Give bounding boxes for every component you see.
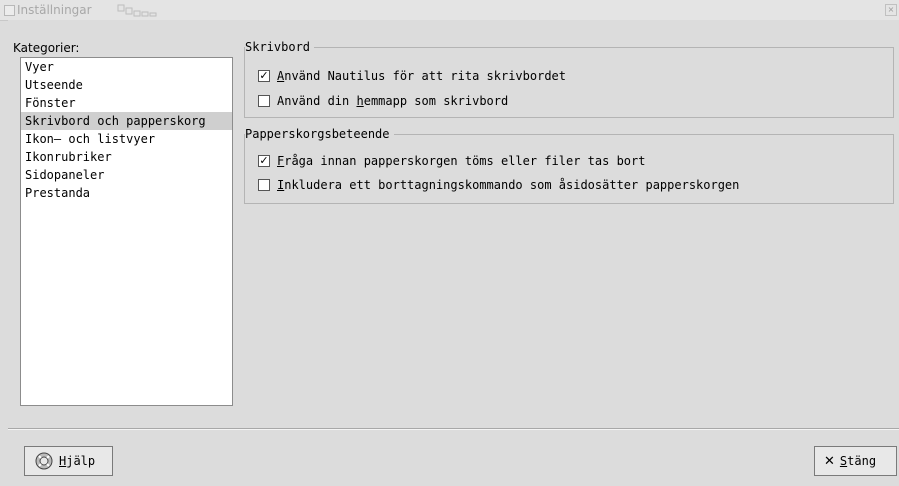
title-decoration-icon (117, 4, 157, 17)
option-label: nvänd Nautilus för att rita skrivbordet (284, 69, 566, 83)
option-label: emmapp som skrivbord (363, 94, 509, 108)
window-menu-icon[interactable] (4, 5, 15, 16)
check-icon: ✓ (259, 68, 269, 82)
button-area-separator-highlight (8, 429, 899, 430)
desktop-frame: Skrivbord ✓ Använd Nautilus för att rita … (244, 39, 894, 118)
category-item-prestanda[interactable]: Prestanda (21, 184, 232, 202)
category-item-utseende[interactable]: Utseende (21, 76, 232, 94)
help-button-label: jälp (66, 454, 96, 468)
trash-frame: Papperskorgsbeteende ✓ Fråga innan papper… (244, 126, 894, 204)
x-close-icon: ✕ (824, 454, 835, 469)
help-button[interactable]: Hjälp (24, 446, 113, 476)
mnemonic-letter: h (356, 94, 364, 108)
checkbox-home-as-desktop[interactable]: Använd din hemmapp som skrivbord (258, 93, 508, 109)
category-item-fonster[interactable]: Fönster (21, 94, 232, 112)
checkbox-box[interactable] (258, 178, 270, 191)
category-item-ikonrubriker[interactable]: Ikonrubriker (21, 148, 232, 166)
window-title: Inställningar (17, 3, 92, 17)
option-label-pre: Använd din (277, 94, 357, 108)
checkbox-box[interactable]: ✓ (258, 68, 270, 82)
category-item-skrivbord[interactable]: Skrivbord och papperskorg (21, 112, 232, 130)
lifebuoy-help-icon (35, 452, 53, 469)
option-label: råga innan papperskorgen töms eller file… (284, 154, 646, 168)
close-button[interactable]: ✕ Stäng (814, 446, 897, 476)
checkbox-ask-before-empty[interactable]: ✓ Fråga innan papperskorgen töms eller fi… (258, 153, 645, 169)
checkbox-box[interactable] (258, 94, 270, 107)
window-titlebar[interactable]: Inställningar × (0, 0, 899, 21)
checkbox-box[interactable]: ✓ (258, 153, 270, 167)
category-item-vyer[interactable]: Vyer (21, 58, 232, 76)
checkbox-include-delete-command[interactable]: Inkludera ett borttagningskommando som å… (258, 177, 739, 193)
categories-label: Kategorier: (13, 41, 80, 55)
checkbox-use-nautilus-desktop[interactable]: ✓ Använd Nautilus för att rita skrivborde… (258, 68, 566, 84)
category-item-sidopaneler[interactable]: Sidopaneler (21, 166, 232, 184)
option-label: nkludera ett borttagningskommando som ås… (284, 178, 740, 192)
window-close-icon[interactable]: × (885, 4, 897, 16)
trash-frame-title: Papperskorgsbeteende (245, 126, 394, 142)
category-item-ikon-listvyer[interactable]: Ikon– och listvyer (21, 130, 232, 148)
desktop-frame-title: Skrivbord (245, 39, 315, 55)
check-icon: ✓ (259, 153, 269, 167)
close-button-label: täng (847, 454, 877, 468)
categories-list[interactable]: Vyer Utseende Fönster Skrivbord och papp… (20, 57, 233, 406)
